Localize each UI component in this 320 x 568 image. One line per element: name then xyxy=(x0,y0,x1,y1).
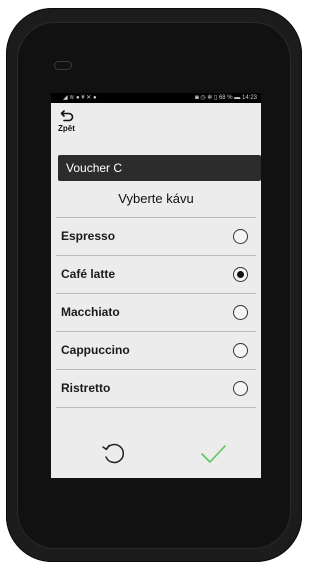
divider xyxy=(56,407,256,408)
back-label: Zpět xyxy=(58,124,75,133)
radio-button[interactable] xyxy=(233,305,248,320)
option-label: Café latte xyxy=(61,267,116,281)
back-arrow-icon xyxy=(60,110,74,122)
page-title: Vyberte kávu xyxy=(118,191,194,206)
confirm-button[interactable] xyxy=(193,433,233,473)
option-ristretto[interactable]: Ristretto xyxy=(51,370,261,407)
option-espresso[interactable]: Espresso xyxy=(51,218,261,255)
option-cafe-latte[interactable]: Café latte xyxy=(51,256,261,293)
option-label: Espresso xyxy=(61,229,116,243)
option-label: Ristretto xyxy=(61,381,111,395)
radio-button[interactable] xyxy=(233,381,248,396)
checkmark-icon xyxy=(201,445,226,463)
speaker-icon xyxy=(54,61,72,70)
option-cappuccino[interactable]: Cappuccino xyxy=(51,332,261,369)
reset-button[interactable] xyxy=(93,433,133,473)
option-macchiato[interactable]: Macchiato xyxy=(51,294,261,331)
app-screen: ◢ ≋ ● ¥ ✕ ● ◙ ◷ ✻ ▯ 68 % ▬ 14:23 Zpět Vo… xyxy=(51,93,261,478)
coffee-options-list: Espresso Café latte Macchiato Cappuccino… xyxy=(51,217,261,408)
refresh-icon xyxy=(102,443,125,464)
radio-button[interactable] xyxy=(233,343,248,358)
back-button[interactable]: Zpět xyxy=(58,109,88,135)
option-label: Cappuccino xyxy=(61,343,130,357)
option-label: Macchiato xyxy=(61,305,120,319)
status-icons-left: ◢ ≋ ● ¥ ✕ ● xyxy=(63,95,97,101)
radio-button[interactable] xyxy=(233,229,248,244)
radio-button-selected[interactable] xyxy=(233,267,248,282)
status-icons-right: ◙ ◷ ✻ ▯ 68 % ▬ 14:23 xyxy=(195,95,257,101)
voucher-header: Voucher C xyxy=(58,155,261,181)
status-bar: ◢ ≋ ● ¥ ✕ ● ◙ ◷ ✻ ▯ 68 % ▬ 14:23 xyxy=(51,93,261,103)
